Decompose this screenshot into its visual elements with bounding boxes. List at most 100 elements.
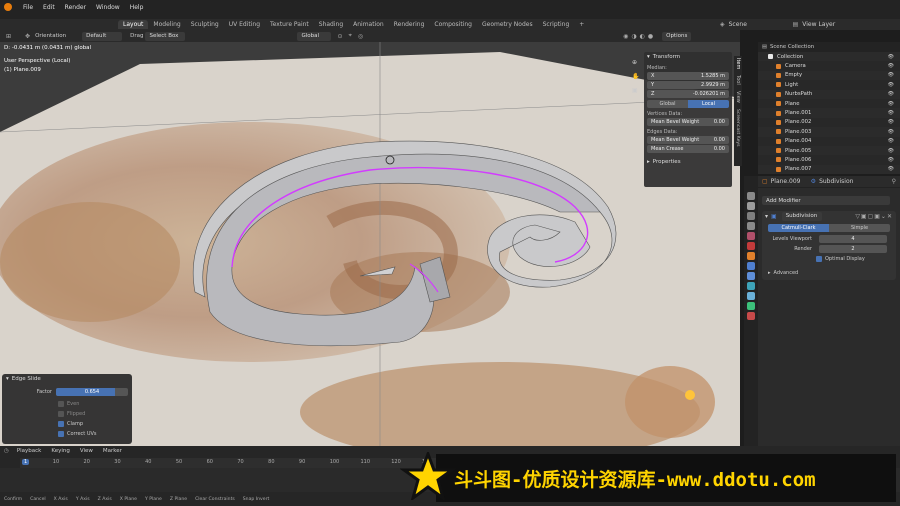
visibility-icon[interactable]: 👁 [888, 54, 896, 60]
menu-window[interactable]: Window [91, 4, 125, 11]
view-layer-selector[interactable]: View Layer [802, 21, 835, 28]
edge-slide-header[interactable]: ▾ Edge Slide [2, 374, 132, 384]
factor-slider[interactable]: 0.654 [56, 388, 128, 396]
visibility-icon[interactable]: 👁 [888, 110, 896, 116]
drag-dropdown[interactable]: Select Box [145, 31, 186, 41]
menu-edit[interactable]: Edit [38, 4, 60, 11]
levels-viewport-field[interactable]: 4 [819, 235, 887, 243]
tab-layout[interactable]: Layout [118, 20, 149, 29]
menu-help[interactable]: Help [125, 4, 149, 11]
even-checkbox[interactable]: Even [58, 399, 132, 409]
modifier-tab-icon[interactable] [747, 262, 755, 270]
options-dropdown[interactable]: Options [662, 31, 692, 41]
flipped-checkbox[interactable]: Flipped [58, 409, 132, 419]
render-tab-icon[interactable] [747, 202, 755, 210]
global-toggle[interactable]: Global [647, 100, 688, 108]
visibility-icon[interactable]: 👁 [888, 63, 896, 69]
outliner-item-plane-003[interactable]: Plane.003 👁 [758, 127, 900, 137]
vertex-bevel-weight-field[interactable]: Mean Bevel Weight 0.00 [647, 118, 729, 126]
clamp-checkbox[interactable]: Clamp [58, 419, 132, 429]
frame-ruler[interactable]: 1102030405060708090100110120130 [20, 458, 440, 468]
camera-view-icon[interactable]: ▣ [632, 84, 639, 98]
navigation-gizmo[interactable]: ⊕ ✋ ▣ [632, 56, 639, 98]
outliner-item-plane-001[interactable]: Plane.001 👁 [758, 108, 900, 118]
timeline-view-menu[interactable]: View [80, 448, 93, 454]
tab-view[interactable]: View [735, 91, 741, 103]
editor-type-icon[interactable]: ⊞ [6, 33, 11, 40]
outliner-item-plane-002[interactable]: Plane.002 👁 [758, 118, 900, 127]
modifier-toggles-icon[interactable]: ▽▣▢▣⌄✕ [855, 213, 893, 220]
tab-screencast-keys[interactable]: Screencast Keys [735, 109, 740, 147]
scene-tab-icon[interactable] [747, 232, 755, 240]
scene-selector[interactable]: Scene [729, 21, 789, 28]
render-levels-field[interactable]: 2 [819, 245, 887, 253]
advanced-subpanel[interactable]: ▸ Advanced [768, 270, 890, 276]
tab-sculpting[interactable]: Sculpting [186, 20, 224, 29]
tab-scripting[interactable]: Scripting [538, 20, 575, 29]
zoom-icon[interactable]: ⊕ [632, 56, 639, 70]
visibility-icon[interactable]: 👁 [888, 138, 896, 144]
optimal-display-check[interactable] [816, 256, 822, 262]
visibility-icon[interactable]: 👁 [888, 101, 896, 107]
local-toggle[interactable]: Local [688, 100, 729, 108]
tool-tab-icon[interactable] [747, 192, 755, 200]
visibility-icon[interactable]: 👁 [888, 119, 896, 125]
transform-gizmo-icon[interactable]: ✥ [25, 33, 30, 40]
visibility-icon[interactable]: 👁 [888, 148, 896, 154]
collapse-icon[interactable]: ▾ [765, 213, 768, 220]
tab-texture-paint[interactable]: Texture Paint [265, 20, 314, 29]
timeline-editor-icon[interactable]: ◷ [4, 448, 9, 454]
transform-orientation-dropdown[interactable]: Global [297, 31, 332, 41]
visibility-icon[interactable]: 👁 [888, 82, 896, 88]
catmull-clark-toggle[interactable]: Catmull-Clark [768, 224, 829, 232]
tab-modeling[interactable]: Modeling [148, 20, 185, 29]
outliner-item-plane[interactable]: Plane 👁 [758, 99, 900, 108]
snap-icon[interactable]: ⌖ [349, 32, 352, 40]
blender-logo-icon[interactable] [4, 3, 12, 11]
material-tab-icon[interactable] [747, 312, 755, 320]
tab-shading[interactable]: Shading [314, 20, 348, 29]
tab-rendering[interactable]: Rendering [389, 20, 430, 29]
visibility-icon[interactable]: 👁 [888, 166, 896, 172]
marker-menu[interactable]: Marker [103, 448, 122, 454]
optimal-display-checkbox[interactable]: Optimal Display [816, 256, 890, 262]
overlay-icon[interactable]: ◉◑◐● [623, 33, 656, 40]
view-layer-tab-icon[interactable] [747, 222, 755, 230]
outliner-item-plane-006[interactable]: Plane.006 👁 [758, 155, 900, 164]
current-frame-marker[interactable]: 1 [22, 459, 30, 465]
tab-compositing[interactable]: Compositing [429, 20, 477, 29]
median-y-field[interactable]: Y 2.9929 m [647, 81, 729, 89]
physics-tab-icon[interactable] [747, 282, 755, 290]
hand-icon[interactable]: ✋ [632, 70, 639, 84]
visibility-icon[interactable]: 👁 [888, 129, 896, 135]
pin-icon[interactable]: ⚲ [892, 178, 896, 185]
tab-geometry-nodes[interactable]: Geometry Nodes [477, 20, 538, 29]
keying-menu[interactable]: Keying [51, 448, 69, 454]
outliner-item-empty[interactable]: Empty 👁 [758, 70, 900, 81]
visibility-icon[interactable]: 👁 [888, 72, 896, 78]
median-x-field[interactable]: X 1.5285 m [647, 72, 729, 80]
correct-uvs-checkbox[interactable]: Correct UVs [58, 429, 132, 439]
tab-tool[interactable]: Tool [735, 75, 741, 85]
outliner-item-camera[interactable]: Camera 👁 [758, 61, 900, 70]
outliner-item-plane-005[interactable]: Plane.005 👁 [758, 145, 900, 156]
particles-tab-icon[interactable] [747, 272, 755, 280]
object-tab-icon[interactable] [747, 252, 755, 260]
mean-crease-field[interactable]: Mean Crease 0.00 [647, 145, 729, 153]
median-z-field[interactable]: Z -0.026201 m [647, 90, 729, 98]
proportional-edit-icon[interactable]: ◎ [358, 33, 363, 40]
tab-item[interactable]: Item [735, 58, 741, 69]
outliner-item-nurbspath[interactable]: NurbsPath 👁 [758, 89, 900, 99]
tab-uv-editing[interactable]: UV Editing [224, 20, 265, 29]
world-tab-icon[interactable] [747, 242, 755, 250]
edge-bevel-weight-field[interactable]: Mean Bevel Weight 0.00 [647, 136, 729, 144]
tab-animation[interactable]: Animation [348, 20, 389, 29]
visibility-icon[interactable]: 👁 [888, 91, 896, 97]
output-tab-icon[interactable] [747, 212, 755, 220]
pivot-icon[interactable]: ⊙ [337, 33, 342, 40]
transform-header[interactable]: ▾ Transform [644, 52, 732, 62]
constraints-tab-icon[interactable] [747, 292, 755, 300]
properties-header[interactable]: ▸ Properties [644, 157, 732, 167]
data-tab-icon[interactable] [747, 302, 755, 310]
add-workspace-button[interactable]: + [574, 20, 589, 29]
